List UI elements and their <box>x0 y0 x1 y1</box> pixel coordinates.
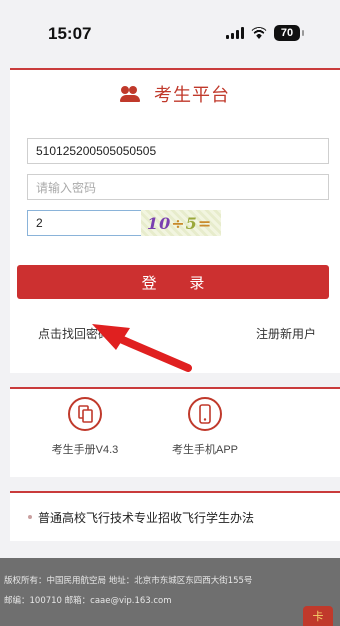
document-icon <box>68 397 102 431</box>
login-button[interactable]: 登 录 <box>17 265 329 299</box>
cellular-signal-icon <box>226 27 244 39</box>
status-time: 15:07 <box>48 24 92 43</box>
page-footer: 版权所有：中国民用航空局 地址：北京市东城区东四西大街155号 邮编：10071… <box>0 558 340 626</box>
status-bar: 15:07 70 <box>0 0 340 58</box>
notice-link[interactable]: 普通高校飞行技术专业招收飞行学生办法 <box>38 509 254 526</box>
captcha-part: ÷ <box>171 213 186 233</box>
register-link[interactable]: 注册新用户 <box>256 325 316 342</box>
captcha-part: 5 <box>185 213 198 233</box>
password-input[interactable]: 请输入密码 <box>27 174 329 200</box>
footer-copyright: 版权所有：中国民用航空局 地址：北京市东城区东四西大街155号 <box>4 576 253 586</box>
captcha-input[interactable]: 2 <box>27 210 145 236</box>
bullet-icon <box>28 515 32 519</box>
users-icon <box>120 86 142 102</box>
username-input[interactable]: 510125200505050505 <box>27 138 329 164</box>
tools-section: 考生手册V4.3 考生手机APP <box>10 389 340 477</box>
captcha-part: = <box>197 213 213 233</box>
handbook-button[interactable]: 考生手册V4.3 <box>30 397 140 457</box>
phone-icon <box>188 397 222 431</box>
battery-icon: 70 <box>274 25 304 41</box>
footer-contact: 邮编：100710 邮箱：caae@vip.163.com <box>4 596 172 606</box>
mobile-app-button[interactable]: 考生手机APP <box>150 397 260 457</box>
handbook-label: 考生手册V4.3 <box>51 444 119 456</box>
page-title: 考生平台 <box>154 85 230 106</box>
notice-item[interactable]: 普通高校飞行技术专业招收飞行学生办法 <box>10 493 340 541</box>
wifi-icon <box>251 27 267 39</box>
mobile-app-label: 考生手机APP <box>171 444 238 456</box>
status-icons: 70 <box>226 24 304 42</box>
captcha-part: 10 <box>147 213 172 233</box>
page-header: 考生平台 <box>10 70 340 118</box>
forgot-password-link[interactable]: 点击找回密码 <box>38 325 110 342</box>
captcha-image[interactable]: 10 ÷ 5 = <box>141 210 221 236</box>
floating-badge-icon[interactable]: 卡 <box>303 606 333 626</box>
